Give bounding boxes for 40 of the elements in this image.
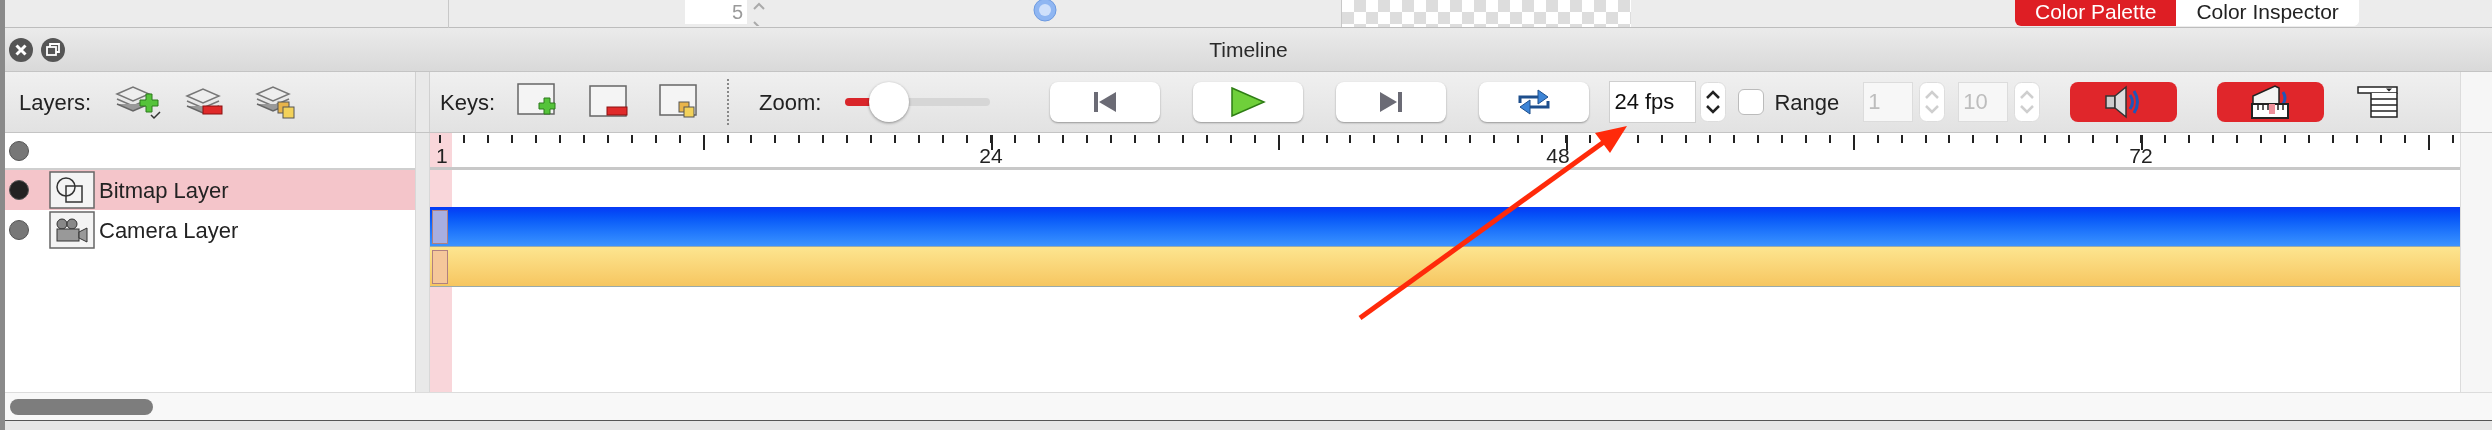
frame-number: 48	[1546, 145, 1570, 167]
menu-icon[interactable]	[2357, 85, 2400, 119]
layer-track-bar[interactable]	[430, 207, 2460, 247]
layer-track-bar[interactable]	[430, 247, 2460, 287]
play-button[interactable]	[1193, 82, 1304, 122]
camera-layer-icon	[49, 211, 95, 249]
frame-number: 72	[2129, 145, 2153, 167]
frame-number: 24	[979, 145, 1003, 167]
keyframe[interactable]	[432, 250, 448, 284]
first-frame-icon	[1092, 91, 1119, 113]
scrollbar-thumb[interactable]	[10, 398, 153, 415]
toolbar-label: Keys:	[440, 88, 496, 117]
last-frame-icon	[1378, 91, 1405, 113]
add-layer-icon[interactable]	[113, 84, 162, 120]
window-title: Timeline	[1209, 36, 1288, 63]
frame-number: 1	[436, 145, 448, 167]
stepper-icon[interactable]	[1700, 82, 1727, 122]
bitmap-layer-icon	[49, 171, 95, 209]
frame-ruler[interactable]: 1 24 48 72	[430, 133, 2460, 170]
sound-button[interactable]	[2070, 82, 2178, 122]
loop-icon	[1516, 87, 1553, 117]
delete-layer-icon[interactable]	[183, 86, 224, 118]
first-frame-button[interactable]	[1050, 82, 1161, 122]
range-label: Range	[1774, 88, 1840, 117]
restore-icon[interactable]	[40, 37, 66, 63]
delete-key-icon[interactable]	[589, 85, 630, 119]
duplicate-key-icon[interactable]	[659, 84, 700, 120]
close-icon[interactable]	[8, 37, 34, 63]
piano-button[interactable]	[2217, 82, 2325, 122]
play-icon	[1230, 87, 1267, 117]
toolbar-label: Zoom:	[759, 88, 822, 117]
last-frame-button[interactable]	[1336, 82, 1447, 122]
duplicate-layer-icon[interactable]	[253, 84, 296, 120]
toolbar-label: Layers:	[19, 88, 92, 117]
layer-name: Camera Layer	[99, 216, 239, 245]
layer-row[interactable]: Bitmap Layer	[5, 170, 415, 210]
loop-button[interactable]	[1479, 82, 1590, 122]
layer-name: Bitmap Layer	[99, 176, 229, 205]
tab[interactable]: Color Palette	[2015, 0, 2177, 26]
fps-field[interactable]: 24 fps	[1609, 81, 1697, 123]
